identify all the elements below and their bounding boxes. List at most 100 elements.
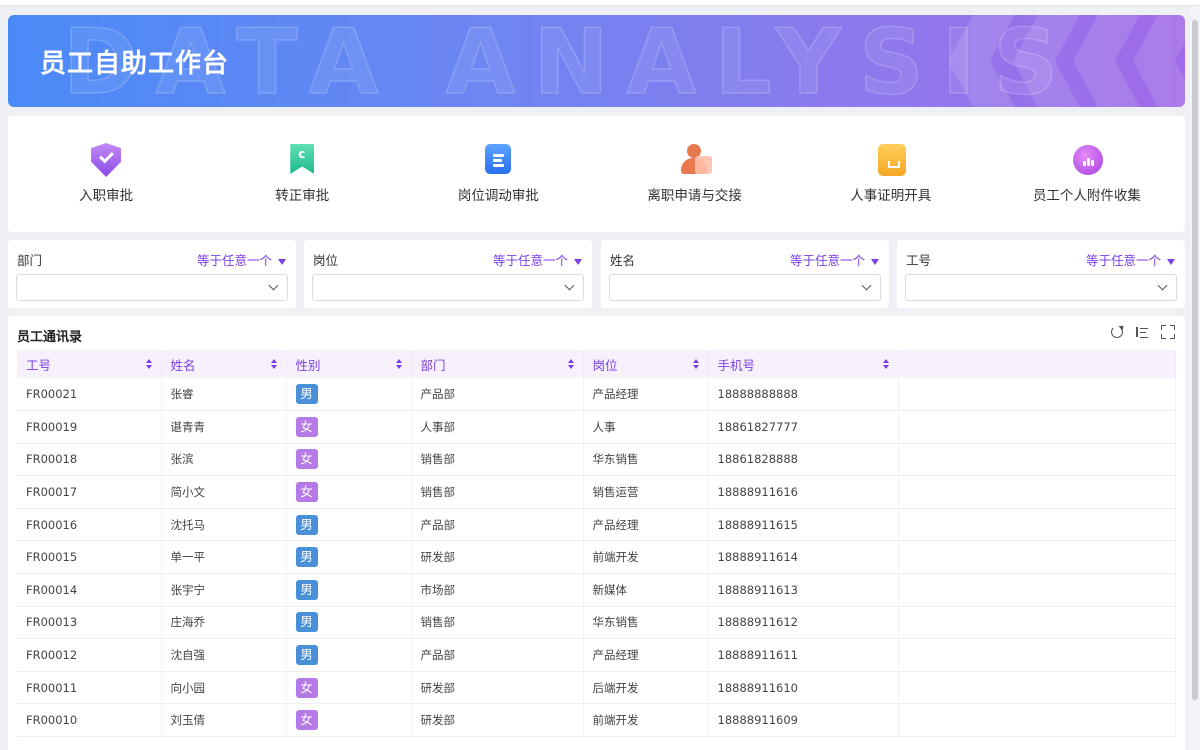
cell-department: 市场部: [411, 573, 584, 607]
table-row[interactable]: FR00011 向小园女 研发部 后端开发 18888911610: [17, 671, 1176, 704]
table-row[interactable]: FR00013 庄海乔男 销售部 华东销售 18888911612: [17, 606, 1176, 639]
page-scrollbar[interactable]: [1190, 6, 1200, 750]
cell-name: 简小文: [161, 475, 287, 509]
cell-department: 产品部: [411, 378, 584, 411]
quick-action-certificate[interactable]: 人事证明开具: [793, 116, 989, 232]
cell-department: 产品部: [411, 508, 584, 541]
cell-filler: [898, 638, 1176, 672]
cell-department: 销售部: [411, 475, 584, 509]
sort-arrows-icon[interactable]: [882, 359, 889, 369]
chevron-down-icon: [564, 280, 575, 291]
quick-action-resignation[interactable]: 离职申请与交接: [597, 116, 793, 232]
cell-phone: 18861828888: [708, 443, 899, 476]
cell-filler: [898, 606, 1176, 639]
scrollbar-thumb[interactable]: [1192, 20, 1198, 700]
table-title: 员工通讯录: [17, 330, 83, 345]
cell-phone: 18888911616: [708, 475, 899, 509]
filter-label: 工号: [906, 253, 932, 268]
sort-arrows-icon[interactable]: [567, 359, 574, 369]
cell-position: 前端开发: [583, 703, 709, 737]
column-header-gender[interactable]: 性别: [286, 350, 412, 378]
cell-filler: [898, 443, 1176, 476]
cell-filler: [898, 508, 1176, 541]
filter-operator-dropdown[interactable]: 等于任意一个: [1086, 250, 1175, 269]
filter-operator-dropdown[interactable]: 等于任意一个: [790, 250, 879, 269]
quick-action-label: 人事证明开具: [850, 188, 932, 204]
cell-phone: 18888911613: [708, 573, 899, 607]
quick-action-regularization[interactable]: 转正审批: [204, 116, 400, 232]
column-header-label: 手机号: [717, 357, 756, 373]
chevron-down-icon: [861, 280, 872, 291]
cell-employee-id: FR00011: [17, 671, 162, 704]
table-row[interactable]: FR00015 单一平男 研发部 前端开发 18888911614: [17, 540, 1176, 574]
cell-name: 谌青青: [161, 410, 287, 444]
cell-department: 研发部: [411, 540, 584, 574]
filter-name: 姓名 等于任意一个: [601, 240, 889, 308]
cell-employee-id: FR00012: [17, 638, 162, 672]
table-row[interactable]: FR00016 沈托马男 产品部 产品经理 18888911615: [17, 508, 1176, 541]
table-row[interactable]: FR00014 张宇宁男 市场部 新媒体 18888911613: [17, 573, 1176, 607]
filter-operator-label: 等于任意一个: [492, 253, 568, 268]
table-row[interactable]: FR00010 刘玉倩女 研发部 前端开发 18888911609: [17, 703, 1176, 737]
table-toolbar: [1111, 325, 1175, 339]
filter-select[interactable]: [609, 274, 881, 301]
gender-badge: 男: [295, 645, 318, 666]
cell-employee-id: FR00017: [17, 475, 162, 509]
column-header-position[interactable]: 岗位: [583, 350, 709, 378]
column-header-filler: [898, 350, 1176, 378]
column-header-id[interactable]: 工号: [17, 350, 162, 378]
sort-arrows-icon[interactable]: [270, 359, 277, 369]
column-header-phone[interactable]: 手机号: [708, 350, 899, 378]
cell-gender: 男: [286, 508, 412, 541]
cell-phone: 18888911614: [708, 540, 899, 574]
sort-arrows-icon[interactable]: [145, 359, 152, 369]
table-row[interactable]: FR00021 张睿男 产品部 产品经理 18888888888: [17, 378, 1176, 411]
sort-arrows-icon[interactable]: [692, 359, 699, 369]
gender-badge: 女: [295, 482, 318, 503]
cell-phone: 18861827777: [708, 410, 899, 444]
table-row[interactable]: FR00017 简小文女 销售部 销售运营 18888911616: [17, 475, 1176, 509]
table-row[interactable]: FR00019 谌青青女 人事部 人事 18861827777: [17, 410, 1176, 444]
caret-down-icon: [278, 258, 286, 265]
table-header-row: 工号 姓名 性别 部门 岗位 手机号: [17, 350, 1176, 378]
cell-department: 人事部: [411, 410, 584, 444]
gender-badge: 男: [295, 547, 318, 568]
cell-name: 张宇宁: [161, 573, 287, 607]
cell-phone: 18888911615: [708, 508, 899, 541]
top-bar: [0, 0, 1200, 6]
table-row[interactable]: FR00012 沈自强男 产品部 产品经理 18888911611: [17, 638, 1176, 672]
column-header-name[interactable]: 姓名: [161, 350, 287, 378]
sort-arrows-icon[interactable]: [395, 359, 402, 369]
cell-employee-id: FR00010: [17, 703, 162, 737]
cell-name: 张睿: [161, 378, 287, 411]
filter-select[interactable]: [312, 274, 584, 301]
column-header-label: 性别: [295, 357, 321, 373]
shield-check-icon: [90, 142, 122, 178]
cell-gender: 男: [286, 573, 412, 607]
filter-select[interactable]: [905, 274, 1177, 301]
cell-employee-id: FR00013: [17, 606, 162, 639]
quick-action-transfer[interactable]: 岗位调动审批: [400, 116, 596, 232]
gender-badge: 女: [295, 449, 318, 470]
quick-action-onboarding[interactable]: 入职审批: [8, 116, 204, 232]
quick-action-label: 离职申请与交接: [647, 188, 742, 204]
column-header-label: 工号: [26, 357, 52, 373]
column-header-department[interactable]: 部门: [411, 350, 584, 378]
cell-name: 向小园: [161, 671, 287, 704]
filter-select[interactable]: [16, 274, 288, 301]
filter-operator-dropdown[interactable]: 等于任意一个: [197, 250, 286, 269]
quick-action-attachments[interactable]: 员工个人附件收集: [989, 116, 1185, 232]
cell-position: 华东销售: [583, 606, 709, 639]
table-row[interactable]: FR00018 张滨女 销售部 华东销售 18861828888: [17, 443, 1176, 476]
cell-gender: 男: [286, 378, 412, 411]
filter-operator-dropdown[interactable]: 等于任意一个: [493, 250, 582, 269]
sort-icon[interactable]: [1135, 325, 1149, 339]
caret-down-icon: [871, 258, 879, 265]
envelope-icon: [875, 142, 907, 178]
column-header-label: 岗位: [592, 357, 618, 373]
refresh-icon[interactable]: [1111, 326, 1123, 338]
fullscreen-icon[interactable]: [1161, 325, 1175, 339]
employee-directory-card: 员工通讯录 工号 姓名 性别 部门 岗位 手机号 FR00021 张睿 男 产品…: [8, 316, 1185, 750]
cell-name: 沈托马: [161, 508, 287, 541]
caret-down-icon: [574, 258, 582, 265]
